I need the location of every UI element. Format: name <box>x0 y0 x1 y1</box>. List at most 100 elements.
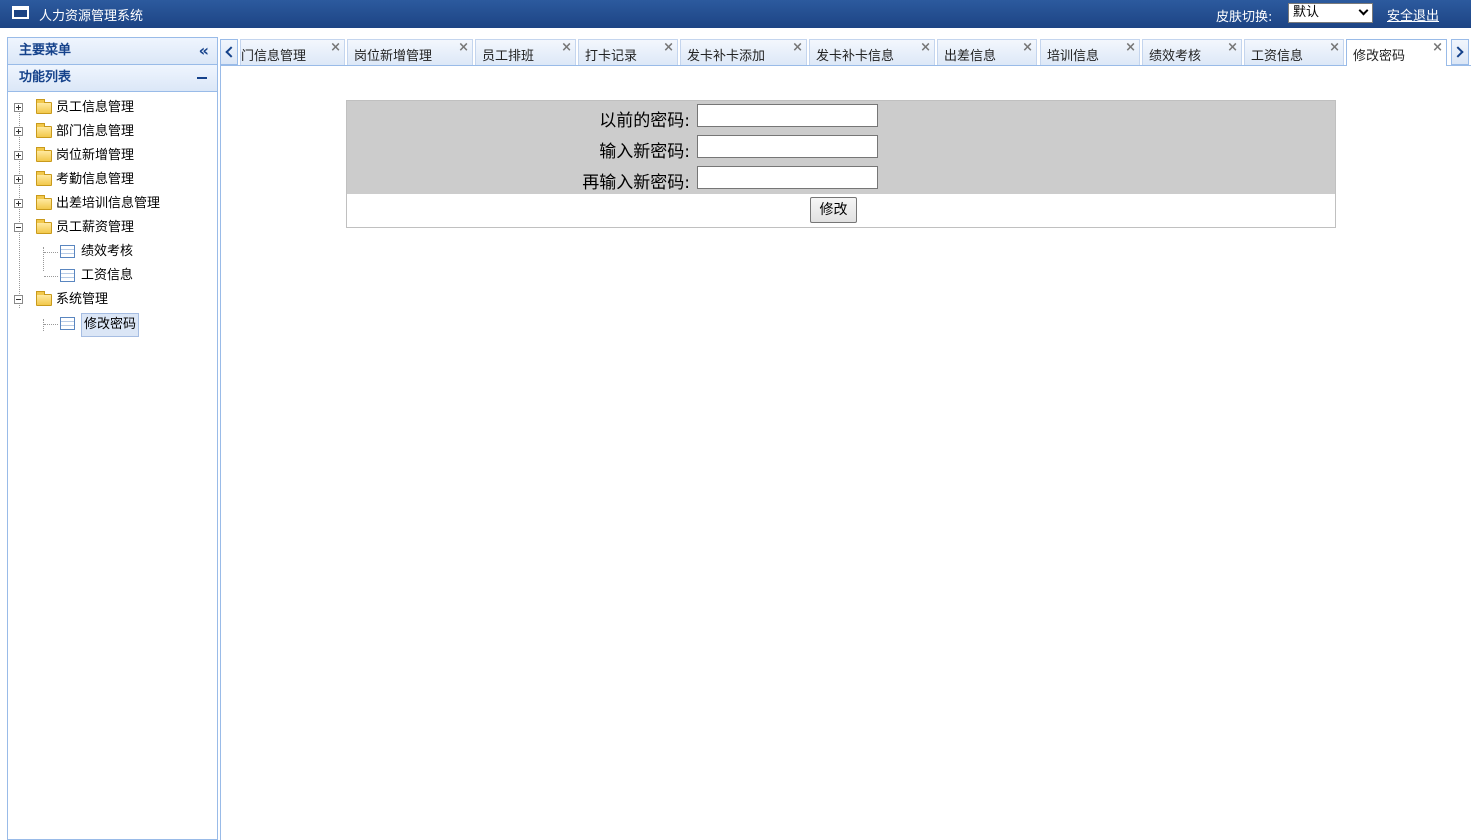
tree-guide-line <box>44 276 58 277</box>
tree-node-label: 员工信息管理 <box>56 100 135 115</box>
tab-label: 修改密码 <box>1353 49 1406 64</box>
tab-label: 绩效考核 <box>1149 49 1202 64</box>
tab-performance[interactable]: 绩效考核 × <box>1142 39 1242 65</box>
old-password-input[interactable] <box>697 104 878 127</box>
skin-switch-label: 皮肤切换: <box>1216 10 1273 25</box>
tree-node-travel-training[interactable]: 出差培训信息管理 <box>8 192 217 216</box>
tab-clock-records[interactable]: 打卡记录 × <box>578 39 678 65</box>
tree-node-label: 岗位新增管理 <box>56 148 135 163</box>
confirm-password-label: 再输入新密码: <box>582 173 690 193</box>
tree-node-label: 考勤信息管理 <box>56 172 135 187</box>
confirm-password-input[interactable] <box>697 166 878 189</box>
main-menu-title: 主要菜单 <box>19 43 72 58</box>
expand-icon[interactable] <box>14 199 23 208</box>
top-banner: 人力资源管理系统 皮肤切换: 默认 安全退出 <box>0 0 1471 28</box>
close-icon[interactable]: × <box>920 40 931 55</box>
tab-card-add[interactable]: 发卡补卡添加 × <box>680 39 807 65</box>
close-icon[interactable]: × <box>458 40 469 55</box>
chevron-down-icon <box>1358 5 1369 16</box>
app-window-icon <box>12 6 29 19</box>
tab-label: 发卡补卡添加 <box>687 49 766 64</box>
tree-node-performance[interactable]: 绩效考核 <box>8 240 217 264</box>
tree-node-salary[interactable]: 员工薪资管理 <box>8 216 217 240</box>
tree-node-label: 部门信息管理 <box>56 124 135 139</box>
folder-icon <box>36 171 52 186</box>
change-password-form: 以前的密码: 输入新密码: 再输入新密码: 修改 <box>346 100 1336 228</box>
tree-guide-line <box>44 252 58 253</box>
chevron-right-icon <box>1452 46 1464 58</box>
tab-label: 打卡记录 <box>585 49 638 64</box>
tree-node-employee-info[interactable]: 员工信息管理 <box>8 96 217 120</box>
function-list-title: 功能列表 <box>19 70 72 85</box>
close-icon[interactable]: × <box>1432 40 1443 55</box>
table-icon <box>60 245 75 258</box>
sidebar: 主要菜单 « 功能列表 员工信息管理 部门信息管理 岗位新增管理 考勤信息管理 <box>7 37 218 840</box>
expand-icon[interactable] <box>14 103 23 112</box>
folder-icon <box>36 123 52 138</box>
tree-node-attendance-info[interactable]: 考勤信息管理 <box>8 168 217 192</box>
tree-node-label: 员工薪资管理 <box>56 220 135 235</box>
tab-position-add[interactable]: 岗位新增管理 × <box>347 39 473 65</box>
tree-node-label: 修改密码 <box>81 313 140 337</box>
expand-icon[interactable] <box>14 151 23 160</box>
skin-select-value: 默认 <box>1293 5 1320 20</box>
tab-department-info[interactable]: 门信息管理 × <box>240 39 345 65</box>
folder-icon <box>36 99 52 114</box>
close-icon[interactable]: × <box>330 40 341 55</box>
expand-icon[interactable] <box>14 127 23 136</box>
close-icon[interactable]: × <box>1125 40 1136 55</box>
tree-node-position-add[interactable]: 岗位新增管理 <box>8 144 217 168</box>
tab-travel-info[interactable]: 出差信息 × <box>937 39 1037 65</box>
logout-link[interactable]: 安全退出 <box>1387 5 1439 24</box>
tree-node-label: 工资信息 <box>81 268 134 283</box>
tab-scroll-left-button[interactable] <box>220 39 238 65</box>
tree-node-label: 系统管理 <box>56 292 109 307</box>
tree-node-department-info[interactable]: 部门信息管理 <box>8 120 217 144</box>
tab-label: 岗位新增管理 <box>354 49 433 64</box>
folder-icon <box>36 195 52 210</box>
tree-guide-line <box>44 324 58 325</box>
close-icon[interactable]: × <box>561 40 572 55</box>
tab-salary-info[interactable]: 工资信息 × <box>1244 39 1344 65</box>
skin-select[interactable]: 默认 <box>1288 3 1373 23</box>
tab-employee-schedule[interactable]: 员工排班 × <box>475 39 576 65</box>
function-list-header: 功能列表 <box>8 65 217 92</box>
folder-icon <box>36 147 52 162</box>
collapse-icon[interactable] <box>14 295 23 304</box>
app-title: 人力资源管理系统 <box>39 9 144 24</box>
tab-bar: 门信息管理 × 岗位新增管理 × 员工排班 × 打卡记录 × 发卡补卡添加 × … <box>220 37 1471 67</box>
tree-node-salary-info[interactable]: 工资信息 <box>8 264 217 288</box>
close-icon[interactable]: × <box>1022 40 1033 55</box>
open-folder-icon <box>36 291 52 306</box>
close-icon[interactable]: × <box>1227 40 1238 55</box>
close-icon[interactable]: × <box>1329 40 1340 55</box>
content-frame: 以前的密码: 输入新密码: 再输入新密码: 修改 <box>220 66 1471 840</box>
tab-label: 培训信息 <box>1047 49 1100 64</box>
tab-label: 员工排班 <box>482 49 535 64</box>
tab-training-info[interactable]: 培训信息 × <box>1040 39 1140 65</box>
tree-node-label: 出差培训信息管理 <box>56 196 161 211</box>
submit-button[interactable]: 修改 <box>810 197 857 223</box>
tab-card-info[interactable]: 发卡补卡信息 × <box>809 39 935 65</box>
tab-change-password[interactable]: 修改密码 × <box>1346 39 1447 67</box>
main-menu-header: 主要菜单 « <box>8 38 217 65</box>
minus-icon[interactable] <box>197 77 207 79</box>
tab-label: 工资信息 <box>1251 49 1304 64</box>
close-icon[interactable]: × <box>663 40 674 55</box>
tree-node-change-password[interactable]: 修改密码 <box>8 312 217 337</box>
tab-label: 发卡补卡信息 <box>816 49 895 64</box>
tree-node-system[interactable]: 系统管理 <box>8 288 217 312</box>
collapse-left-icon[interactable]: « <box>199 38 209 64</box>
old-password-row: 以前的密码: <box>347 101 1335 132</box>
new-password-input[interactable] <box>697 135 878 158</box>
form-actions: 修改 <box>347 194 1335 227</box>
chevron-left-icon <box>225 46 237 58</box>
old-password-label: 以前的密码: <box>599 111 690 131</box>
collapse-icon[interactable] <box>14 223 23 232</box>
new-password-row: 输入新密码: <box>347 132 1335 163</box>
expand-icon[interactable] <box>14 175 23 184</box>
close-icon[interactable]: × <box>792 40 803 55</box>
tab-scroll-right-button[interactable] <box>1451 39 1469 65</box>
tab-label: 门信息管理 <box>241 49 307 64</box>
confirm-password-row: 再输入新密码: <box>347 163 1335 194</box>
